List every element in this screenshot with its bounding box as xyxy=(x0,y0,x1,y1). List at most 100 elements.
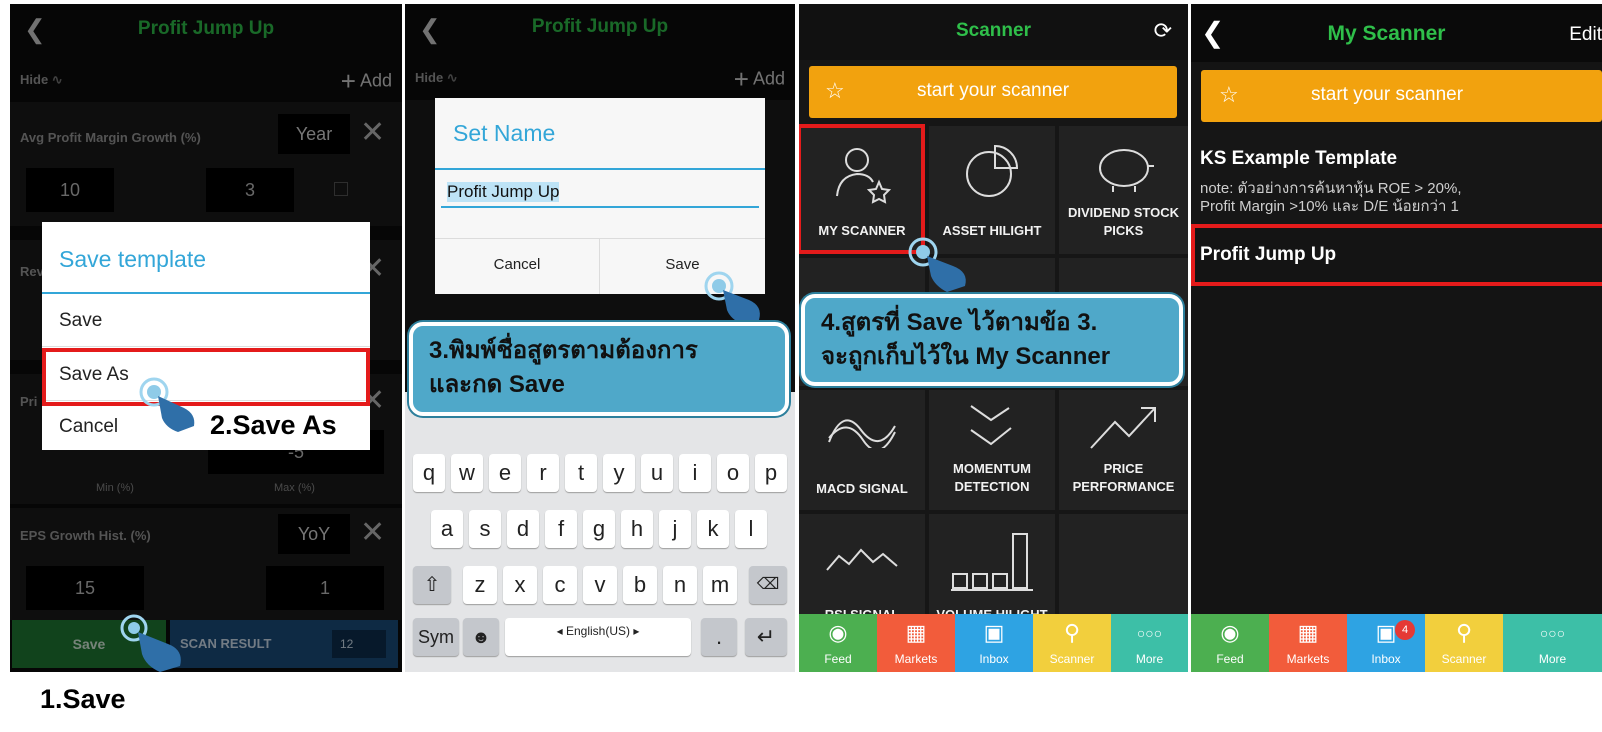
tile-label: PICKS xyxy=(1103,223,1144,238)
set-name-dialog: Set Name Profit Jump Up Cancel Save xyxy=(435,98,765,294)
key-k[interactable]: k xyxy=(697,510,729,548)
refresh-icon[interactable]: ⟳ xyxy=(1154,18,1172,44)
dialog-title: Set Name xyxy=(453,120,556,146)
shift-key[interactable]: ⇧ xyxy=(413,566,451,604)
phone-scanner: Scanner ⟳ ☆ start your scanner MY SCANNE… xyxy=(799,4,1188,672)
macd-wave-icon xyxy=(828,419,896,448)
tile-volume-hilight[interactable]: VOLUME HILIGHT xyxy=(929,514,1055,614)
key-d[interactable]: d xyxy=(507,510,539,548)
key-h[interactable]: h xyxy=(621,510,653,548)
inbox-badge: 4 xyxy=(1395,620,1415,640)
newspaper-icon: ▦ xyxy=(905,620,927,645)
template-title: KS Example Template xyxy=(1200,148,1398,169)
key-b[interactable]: b xyxy=(623,566,657,604)
key-t[interactable]: t xyxy=(565,454,597,492)
tab-more[interactable]: ○○○ More xyxy=(1503,614,1602,672)
callout-line: 4.สูตรที่ Save ไว้ตามข้อ 3. xyxy=(821,309,1098,336)
bottom-tab-bar: ◉ Feed ▦ Markets ▣ Inbox ⚲ Scanner ○○○ M… xyxy=(799,614,1188,672)
key-q[interactable]: q xyxy=(413,454,445,492)
dialog-save-option[interactable]: Save xyxy=(42,310,102,332)
enter-key[interactable]: ↵ xyxy=(745,618,787,656)
key-v[interactable]: v xyxy=(583,566,617,604)
magnifier-icon: ⚲ xyxy=(1455,620,1473,645)
period-key[interactable]: . xyxy=(701,618,737,656)
sym-key[interactable]: Sym xyxy=(413,618,459,656)
tile-rsi-signal[interactable]: RSI SIGNAL xyxy=(799,514,925,614)
key-y[interactable]: y xyxy=(603,454,635,492)
tap-hand-icon xyxy=(908,237,966,292)
tab-label: Scanner xyxy=(1441,652,1487,666)
key-l[interactable]: l xyxy=(735,510,767,548)
key-r[interactable]: r xyxy=(527,454,559,492)
tap-hand-icon xyxy=(139,377,195,432)
tile-price-performance[interactable]: PRICE PERFORMANCE xyxy=(1059,390,1188,510)
tab-feed[interactable]: ◉ Feed xyxy=(1191,614,1269,672)
rsi-line-icon xyxy=(826,548,898,571)
inbox-icon: ▣ xyxy=(983,620,1005,645)
key-s[interactable]: s xyxy=(469,510,501,548)
start-scanner-button[interactable]: ☆ start your scanner xyxy=(809,66,1177,118)
dialog-cancel-option[interactable]: Cancel xyxy=(42,416,118,438)
key-c[interactable]: c xyxy=(543,566,577,604)
tab-label: Markets xyxy=(1286,652,1330,666)
tab-scanner[interactable]: ⚲ Scanner xyxy=(1425,614,1503,672)
start-scanner-button[interactable]: ☆ start your scanner xyxy=(1201,70,1602,122)
user-star-icon: ☆ xyxy=(1219,82,1239,107)
key-u[interactable]: u xyxy=(641,454,673,492)
tab-more[interactable]: ○○○ More xyxy=(1111,614,1188,672)
key-e[interactable]: e xyxy=(489,454,521,492)
pie-chart-icon xyxy=(966,144,1019,197)
phone-save-template: ❮ Profit Jump Up Hide ∿ + Add Avg Profit… xyxy=(10,4,402,672)
highlight-box xyxy=(1191,224,1602,286)
tile-label: MACD SIGNAL xyxy=(816,481,908,496)
tab-inbox[interactable]: ▣ Inbox xyxy=(955,614,1033,672)
tab-markets[interactable]: ▦ Markets xyxy=(877,614,955,672)
key-m[interactable]: m xyxy=(703,566,737,604)
more-dots-icon: ○○○ xyxy=(1136,625,1163,641)
tab-scanner[interactable]: ⚲ Scanner xyxy=(1033,614,1111,672)
name-input[interactable]: Profit Jump Up xyxy=(441,178,759,208)
tab-markets[interactable]: ▦ Markets xyxy=(1269,614,1347,672)
tab-label: More xyxy=(1135,652,1164,666)
user-star-icon: ☆ xyxy=(825,78,845,103)
template-item[interactable]: KS Example Template note: ตัวอย่างการค้น… xyxy=(1191,130,1602,224)
key-p[interactable]: p xyxy=(755,454,787,492)
tab-label: Feed xyxy=(824,652,852,666)
key-o[interactable]: o xyxy=(717,454,749,492)
highlight-box xyxy=(799,124,925,254)
tile-momentum-detection[interactable]: MOMENTUM DETECTION xyxy=(929,390,1055,510)
key-z[interactable]: z xyxy=(463,566,497,604)
edit-button[interactable]: Edit xyxy=(1569,24,1602,46)
emoji-key[interactable]: ☻ xyxy=(463,618,499,656)
key-n[interactable]: n xyxy=(663,566,697,604)
tile-asset-hilight[interactable]: ASSET HILIGHT xyxy=(929,126,1055,254)
key-g[interactable]: g xyxy=(583,510,615,548)
more-dots-icon: ○○○ xyxy=(1539,625,1566,641)
tile-label: DIVIDEND STOCK xyxy=(1068,205,1179,220)
cancel-button[interactable]: Cancel xyxy=(435,256,599,273)
key-x[interactable]: x xyxy=(503,566,537,604)
tab-label: Scanner xyxy=(1049,652,1095,666)
dialog-title: Save template xyxy=(59,246,207,272)
dialog-divider xyxy=(42,292,370,294)
tab-inbox[interactable]: ▣ 4 Inbox xyxy=(1347,614,1425,672)
tile-dividend-stock-picks[interactable]: DIVIDEND STOCK PICKS xyxy=(1059,126,1188,254)
tile-macd-signal[interactable]: MACD SIGNAL xyxy=(799,390,925,510)
key-i[interactable]: i xyxy=(679,454,711,492)
space-key[interactable]: ◂ English(US) ▸ xyxy=(505,618,691,656)
key-j[interactable]: j xyxy=(659,510,691,548)
tab-label: More xyxy=(1538,652,1567,666)
step-2-label: 2.Save As xyxy=(206,408,341,442)
tab-feed[interactable]: ◉ Feed xyxy=(799,614,877,672)
backspace-key[interactable]: ⌫ xyxy=(749,566,787,604)
key-f[interactable]: f xyxy=(545,510,577,548)
key-w[interactable]: w xyxy=(451,454,483,492)
key-a[interactable]: a xyxy=(431,510,463,548)
start-scanner-label: start your scanner xyxy=(917,80,1070,101)
onscreen-keyboard: qwertyuiop asdfghjkl zxcvbnm ⇧ ⌫ Sym ☻ ◂… xyxy=(405,392,795,672)
tile-label: MOMENTUM xyxy=(953,461,1031,476)
divider xyxy=(42,346,370,347)
phone-set-name: ❮ Profit Jump Up Hide ∿ + Add Set Name P… xyxy=(405,4,795,672)
bottom-tab-bar: ◉ Feed ▦ Markets ▣ 4 Inbox ⚲ Scanner ○○○… xyxy=(1191,614,1602,672)
tap-hand-icon xyxy=(120,614,181,672)
